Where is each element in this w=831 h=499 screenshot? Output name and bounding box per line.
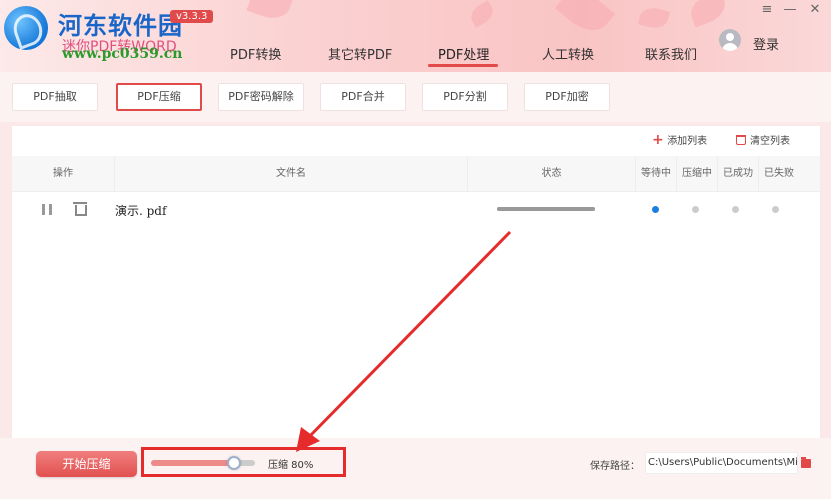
file-name: 演示. pdf: [115, 204, 167, 218]
subtab-pdf-merge[interactable]: PDF合并: [320, 83, 406, 111]
petal-decoration: [467, 0, 497, 28]
start-compress-button[interactable]: 开始压缩: [36, 451, 137, 477]
version-badge: v3.3.3: [170, 10, 214, 23]
col-header-done: 已成功: [723, 168, 753, 179]
pause-icon[interactable]: [42, 204, 52, 215]
petal-decoration: [686, 0, 730, 28]
save-path-field[interactable]: C:\Users\Public\Documents\Mini: [645, 452, 798, 474]
table-row[interactable]: 演示. pdf: [12, 194, 820, 224]
active-tab-indicator: [428, 64, 498, 67]
col-header-op: 操作: [53, 168, 73, 179]
add-list-button[interactable]: + 添加列表: [652, 132, 707, 147]
subtab-pdf-split[interactable]: PDF分割: [422, 83, 508, 111]
col-header-compressing: 压缩中: [682, 168, 712, 179]
add-list-label: 添加列表: [667, 136, 708, 147]
progress-bar: [497, 207, 595, 211]
subtab-pdf-compress[interactable]: PDF压缩: [116, 83, 202, 111]
nav-tab-contact[interactable]: 联系我们: [645, 44, 697, 63]
nav-tab-pdf-process[interactable]: PDF处理: [438, 44, 489, 63]
petal-decoration: [554, 0, 616, 41]
status-dot-compressing: [692, 206, 699, 213]
petal-decoration: [637, 4, 671, 32]
logo-icon: [4, 6, 48, 50]
col-header-failed: 已失败: [764, 168, 794, 179]
status-dot-done: [732, 206, 739, 213]
col-header-filename: 文件名: [276, 168, 306, 179]
subtab-pdf-unlock[interactable]: PDF密码解除: [218, 83, 304, 111]
clear-list-button[interactable]: 清空列表: [736, 132, 790, 147]
nav-tab-other-to-pdf[interactable]: 其它转PDF: [328, 44, 392, 63]
progress-fill: [497, 207, 595, 211]
subtab-pdf-extract[interactable]: PDF抽取: [12, 83, 98, 111]
sub-toolbar: PDF抽取 PDF压缩 PDF密码解除 PDF合并 PDF分割 PDF加密: [0, 72, 831, 122]
delete-icon[interactable]: [73, 202, 87, 216]
nav-tab-pdf-convert[interactable]: PDF转换: [230, 44, 281, 63]
clear-list-label: 清空列表: [750, 136, 790, 147]
brand-url: www.pc0359.cn: [62, 46, 183, 62]
petal-decoration: [246, 0, 294, 24]
status-dot-waiting: [652, 206, 659, 213]
col-header-waiting: 等待中: [641, 168, 671, 179]
subtab-pdf-encrypt[interactable]: PDF加密: [524, 83, 610, 111]
col-header-status: 状态: [541, 168, 562, 179]
trash-icon: [736, 135, 746, 145]
status-dot-failed: [772, 206, 779, 213]
nav-tab-manual-convert[interactable]: 人工转换: [542, 44, 594, 63]
avatar-icon[interactable]: [719, 29, 741, 51]
bottom-bar: 开始压缩 压缩 80% 保存路径： C:\Users\Public\Docume…: [0, 438, 831, 499]
close-icon[interactable]: ✕: [806, 2, 824, 18]
folder-icon[interactable]: [801, 457, 811, 468]
login-link[interactable]: 登录: [753, 34, 779, 53]
file-list-panel: + 添加列表 清空列表 操作 文件名 状态 等待中 压缩中 已成功 已失败 演示…: [12, 126, 820, 438]
minimize-icon[interactable]: —: [781, 2, 799, 18]
menu-icon[interactable]: ≡: [758, 2, 776, 18]
save-path-label: 保存路径：: [590, 461, 640, 472]
plus-icon: +: [652, 132, 664, 148]
app-header: 河东软件园 迷你PDF转WORD www.pc0359.cn v3.3.3 PD…: [0, 0, 831, 72]
table-header: 操作 文件名 状态 等待中 压缩中 已成功 已失败: [12, 156, 820, 192]
highlight-annotation-box: [141, 447, 346, 477]
